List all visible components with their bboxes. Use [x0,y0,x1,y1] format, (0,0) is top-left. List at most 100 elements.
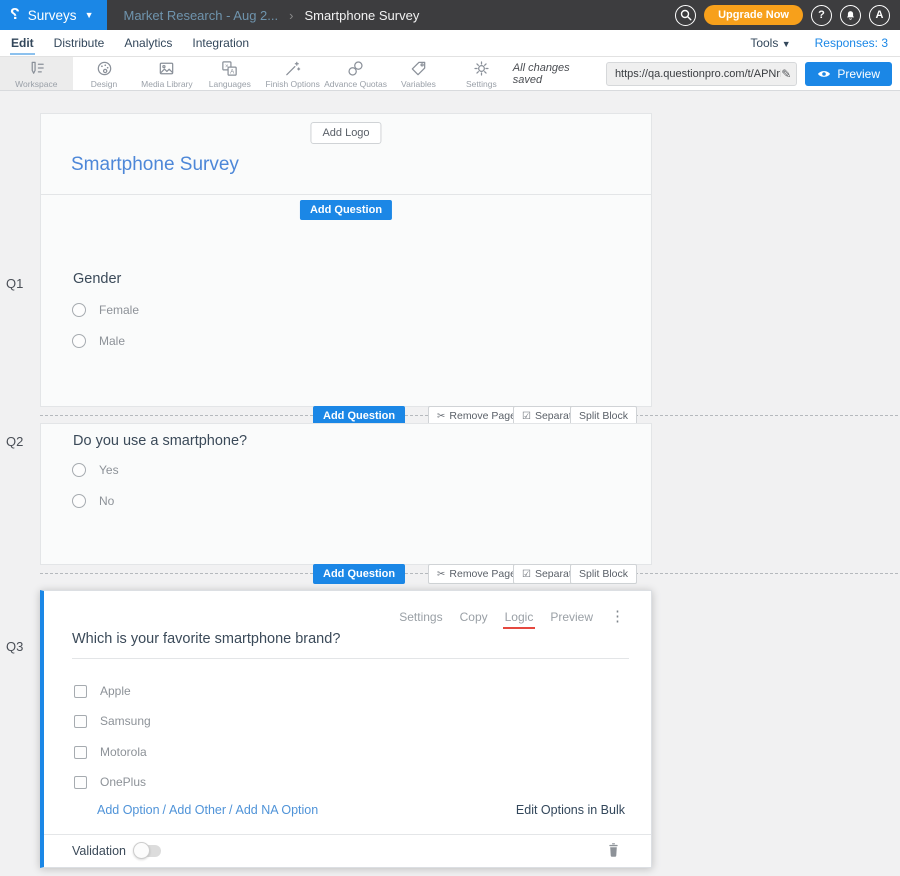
split-block-button[interactable]: Split Block [570,564,637,584]
nav-right: Tools ▼ Responses: 3 [750,36,890,50]
option-label: Yes [99,463,119,477]
questionpro-logo-icon: ? [10,6,20,24]
toolbar-item-settings[interactable]: Settings [450,57,513,90]
survey-title[interactable]: Smartphone Survey [71,154,239,176]
question-block-q1[interactable]: Add Question Gender Female Male [40,194,652,407]
add-question-button[interactable]: Add Question [313,564,405,584]
toolbar-item-advance-quotas[interactable]: Advance Quotas [324,57,387,90]
responses-count-link[interactable]: Responses: 3 [815,36,888,50]
tab-integration[interactable]: Integration [191,34,250,53]
survey-header-block: Add Logo Smartphone Survey [40,113,652,195]
question-text[interactable]: Gender [73,271,121,287]
toolbar-item-languages[interactable]: ×A Languages [198,57,261,90]
help-icon[interactable]: ? [811,5,832,26]
preview-label: Preview [837,67,880,81]
toolbar-item-label: Design [91,79,117,89]
tools-menu[interactable]: Tools ▼ [750,36,790,50]
question-tab-copy[interactable]: Copy [460,610,488,624]
eye-icon [817,69,831,79]
radio-button[interactable] [72,494,86,508]
survey-url-input[interactable] [615,68,781,80]
question-tab-settings[interactable]: Settings [399,610,442,624]
option-label: Motorola [100,745,147,759]
option-label: No [99,494,114,508]
answer-option-row: Motorola [74,745,147,759]
toolbar-item-label: Finish Options [266,79,320,89]
edit-options-in-bulk-link[interactable]: Edit Options in Bulk [516,803,625,817]
toolbar-item-variables[interactable]: Variables [387,57,450,90]
finish-options-wand-icon [283,59,302,78]
question-number-label: Q1 [6,276,23,291]
breadcrumb-current: Smartphone Survey [304,8,419,23]
toolbar-item-design[interactable]: Design [73,57,136,90]
answer-option-row: Samsung [74,714,151,728]
checkbox[interactable] [74,715,87,728]
option-label: Male [99,334,125,348]
toolbar-item-media-library[interactable]: Media Library [135,57,198,90]
checkbox[interactable] [74,685,87,698]
search-icon[interactable] [675,5,696,26]
toolbar-item-workspace[interactable]: Workspace [0,57,73,90]
media-library-icon [157,59,176,78]
edit-url-pencil-icon[interactable]: ✎ [781,67,791,81]
variables-tag-icon [409,59,428,78]
split-block-label: Split Block [579,410,628,422]
kebab-menu-icon[interactable]: ⋮ [610,609,625,624]
tab-edit[interactable]: Edit [10,34,35,53]
breadcrumb-folder[interactable]: Market Research - Aug 2... [123,8,278,23]
autosave-status: All changes saved [513,62,598,86]
question-text[interactable]: Which is your favorite smartphone brand? [72,631,340,647]
option-label: OnePlus [100,775,146,789]
add-na-option-link[interactable]: Add NA Option [236,803,319,817]
survey-canvas: Q1 Q2 Q3 Add Logo Smartphone Survey Add … [0,91,900,876]
question-text[interactable]: Do you use a smartphone? [73,433,247,449]
question-number-label: Q2 [6,434,23,449]
breadcrumb-separator-icon: › [289,8,293,23]
question-block-q2[interactable]: Do you use a smartphone? Yes No [40,423,652,565]
toolbar-item-label: Settings [466,79,497,89]
add-option-link[interactable]: Add Option [97,803,160,817]
preview-button[interactable]: Preview [805,62,892,86]
validation-toggle[interactable] [135,845,161,857]
avatar[interactable]: A [869,5,890,26]
breadcrumb: Market Research - Aug 2... › Smartphone … [123,8,419,23]
radio-button[interactable] [72,334,86,348]
answer-option-row: OnePlus [74,775,146,789]
option-label: Samsung [100,714,151,728]
toolbar-right: All changes saved ✎ Preview [513,57,900,90]
add-question-button[interactable]: Add Question [300,200,392,220]
split-block-label: Split Block [579,568,628,580]
page-break-line: Add Question ✂Remove Page Break ☑Separat… [40,573,898,574]
separator-checkbox-icon: ☑ [522,569,531,580]
remove-page-break-icon: ✂ [437,411,445,422]
question-tab-logic[interactable]: Logic [505,610,534,624]
toolbar-item-label: Workspace [15,79,57,89]
section-nav: Edit Distribute Analytics Integration To… [0,30,900,57]
radio-button[interactable] [72,303,86,317]
tab-analytics[interactable]: Analytics [123,34,173,53]
question-block-q3-selected[interactable]: Settings Copy Logic Preview ⋮ Which is y… [40,590,652,868]
answer-option-row: Male [72,334,125,348]
toolbar-item-label: Variables [401,79,436,89]
link-separator: / [229,803,232,817]
chevron-down-icon: ▼ [782,39,791,49]
link-separator: / [163,803,166,817]
add-logo-button[interactable]: Add Logo [310,122,381,144]
tab-distribute[interactable]: Distribute [53,34,106,53]
upgrade-now-button[interactable]: Upgrade Now [704,5,803,25]
advance-quotas-links-icon [346,59,365,78]
question-text-underline [72,658,629,659]
delete-question-trash-icon[interactable] [606,841,621,858]
question-tab-preview[interactable]: Preview [550,610,593,624]
checkbox[interactable] [74,776,87,789]
validation-control: Validation [72,844,161,858]
radio-button[interactable] [72,463,86,477]
checkbox[interactable] [74,746,87,759]
answer-option-row: Apple [74,684,131,698]
add-other-link[interactable]: Add Other [169,803,226,817]
answer-option-row: Yes [72,463,119,477]
notifications-bell-icon[interactable] [840,5,861,26]
option-label: Apple [100,684,131,698]
surveys-product-menu[interactable]: ? Surveys ▼ [0,0,107,30]
toolbar-item-finish-options[interactable]: Finish Options [261,57,324,90]
